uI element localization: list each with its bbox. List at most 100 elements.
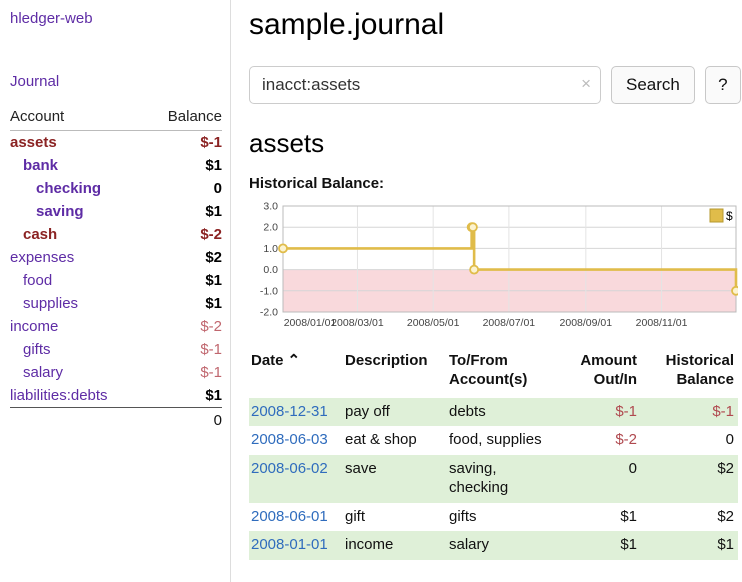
transaction-date-link[interactable]: 2008-12-31: [251, 403, 328, 420]
account-row: assets $-1: [10, 131, 222, 155]
account-row: supplies$1: [10, 292, 222, 315]
account-balance: $1: [146, 269, 222, 292]
register-description-cell: income: [343, 531, 447, 560]
account-balance: $-2: [146, 315, 222, 338]
account-balance: $-1: [146, 131, 222, 155]
account-balance: $-1: [146, 338, 222, 361]
transaction-date-link[interactable]: 2008-06-02: [251, 460, 328, 477]
register-col-account: To/From Account(s): [447, 350, 551, 398]
account-row: expenses $2: [10, 246, 222, 269]
sidebar-account-link[interactable]: checking: [10, 180, 101, 197]
register-table: Date⌃ Description To/From Account(s) Amo…: [249, 350, 738, 560]
register-amount-cell: $1: [551, 503, 641, 532]
account-row: salary$-1: [10, 361, 222, 384]
account-balance: $1: [146, 384, 222, 408]
chart-title: Historical Balance:: [249, 175, 741, 192]
account-row: income $-2: [10, 315, 222, 338]
account-name-cell: gifts: [10, 338, 146, 361]
search-button[interactable]: Search: [611, 66, 695, 104]
account-row: checking 0: [10, 177, 222, 200]
register-row: 2008-06-02savesaving, checking0$2: [249, 455, 738, 503]
register-amount-cell: $-1: [551, 398, 641, 427]
account-row: food $1: [10, 269, 222, 292]
accounts-col-balance: Balance: [146, 106, 222, 131]
account-name-cell: assets: [10, 131, 146, 155]
register-col-amount: Amount Out/In: [551, 350, 641, 398]
svg-text:2008/07/01: 2008/07/01: [483, 317, 536, 329]
app-title-link[interactable]: hledger-web: [10, 10, 222, 27]
register-date-cell: 2008-06-01: [249, 503, 343, 532]
register-amount-cell: $-2: [551, 426, 641, 455]
account-row: bank$1: [10, 154, 222, 177]
svg-text:2.0: 2.0: [263, 222, 278, 234]
register-col-date[interactable]: Date⌃: [249, 350, 343, 398]
register-col-balance: Historical Balance: [641, 350, 738, 398]
svg-text:0.0: 0.0: [263, 264, 278, 276]
sidebar-account-link[interactable]: liabilities:debts: [10, 387, 108, 404]
sidebar-account-link[interactable]: saving: [10, 203, 84, 220]
register-balance-cell: $-1: [641, 398, 738, 427]
register-date-cell: 2008-06-03: [249, 426, 343, 455]
account-balance: $2: [146, 246, 222, 269]
sidebar: hledger-web Journal Account Balance asse…: [0, 0, 231, 582]
register-col-description: Description: [343, 350, 447, 398]
register-balance-cell: $1: [641, 531, 738, 560]
transaction-date-link[interactable]: 2008-06-01: [251, 508, 328, 525]
sidebar-account-link[interactable]: food: [10, 272, 52, 289]
chart-svg: 3.02.01.00.0-1.0-2.02008/01/012008/03/01…: [249, 200, 738, 334]
search-box: ×: [249, 66, 601, 104]
svg-text:-1.0: -1.0: [260, 285, 278, 297]
sidebar-account-link[interactable]: cash: [10, 226, 57, 243]
page-title: sample.journal: [249, 8, 741, 42]
register-account-cell: salary: [447, 531, 551, 560]
account-balance: $1: [146, 200, 222, 223]
account-row: saving $1: [10, 200, 222, 223]
sidebar-account-link[interactable]: bank: [10, 157, 58, 174]
accounts-col-account: Account: [10, 106, 146, 131]
register-balance-cell: 0: [641, 426, 738, 455]
account-name-cell: checking: [10, 177, 146, 200]
sort-asc-icon: ⌃: [288, 352, 301, 369]
account-name-cell: saving: [10, 200, 146, 223]
account-balance: 0: [146, 177, 222, 200]
historical-balance-chart: 3.02.01.00.0-1.0-2.02008/01/012008/03/01…: [249, 200, 741, 334]
sidebar-account-link[interactable]: salary: [10, 364, 63, 381]
svg-text:3.0: 3.0: [263, 201, 278, 213]
account-heading: assets: [249, 128, 741, 159]
register-account-cell: saving, checking: [447, 455, 551, 503]
transaction-date-link[interactable]: 2008-01-01: [251, 536, 328, 553]
accounts-header-row: Account Balance: [10, 106, 222, 131]
sidebar-account-link[interactable]: gifts: [10, 341, 51, 358]
account-row: gifts $-1: [10, 338, 222, 361]
register-date-cell: 2008-12-31: [249, 398, 343, 427]
sidebar-account-link[interactable]: income: [10, 318, 58, 335]
svg-text:1.0: 1.0: [263, 243, 278, 255]
sidebar-account-link[interactable]: expenses: [10, 249, 74, 266]
sidebar-account-link[interactable]: assets: [10, 134, 57, 151]
account-name-cell: expenses: [10, 246, 146, 269]
account-name-cell: food: [10, 269, 146, 292]
search-input[interactable]: [249, 66, 601, 104]
main-content: sample.journal × Search ? assets Histori…: [231, 0, 742, 582]
clear-search-icon[interactable]: ×: [581, 74, 591, 94]
account-name-cell: bank: [10, 154, 146, 177]
register-row: 2008-01-01incomesalary$1$1: [249, 531, 738, 560]
account-balance: $-2: [146, 223, 222, 246]
register-col-date-label: Date: [251, 352, 284, 369]
sidebar-account-link[interactable]: supplies: [10, 295, 78, 312]
register-description-cell: gift: [343, 503, 447, 532]
register-amount-cell: $1: [551, 531, 641, 560]
account-row: cash $-2: [10, 223, 222, 246]
accounts-total-value: 0: [146, 408, 222, 434]
account-name-cell: income: [10, 315, 146, 338]
account-name-cell: salary: [10, 361, 146, 384]
search-bar: × Search ?: [249, 66, 741, 104]
sidebar-item-journal[interactable]: Journal: [10, 73, 222, 90]
svg-text:-2.0: -2.0: [260, 307, 278, 319]
svg-text:2008/09/01: 2008/09/01: [560, 317, 613, 329]
svg-text:2008/05/01: 2008/05/01: [407, 317, 460, 329]
app-root: hledger-web Journal Account Balance asse…: [0, 0, 742, 582]
transaction-date-link[interactable]: 2008-06-03: [251, 431, 328, 448]
account-name-cell: supplies: [10, 292, 146, 315]
help-button[interactable]: ?: [705, 66, 741, 104]
